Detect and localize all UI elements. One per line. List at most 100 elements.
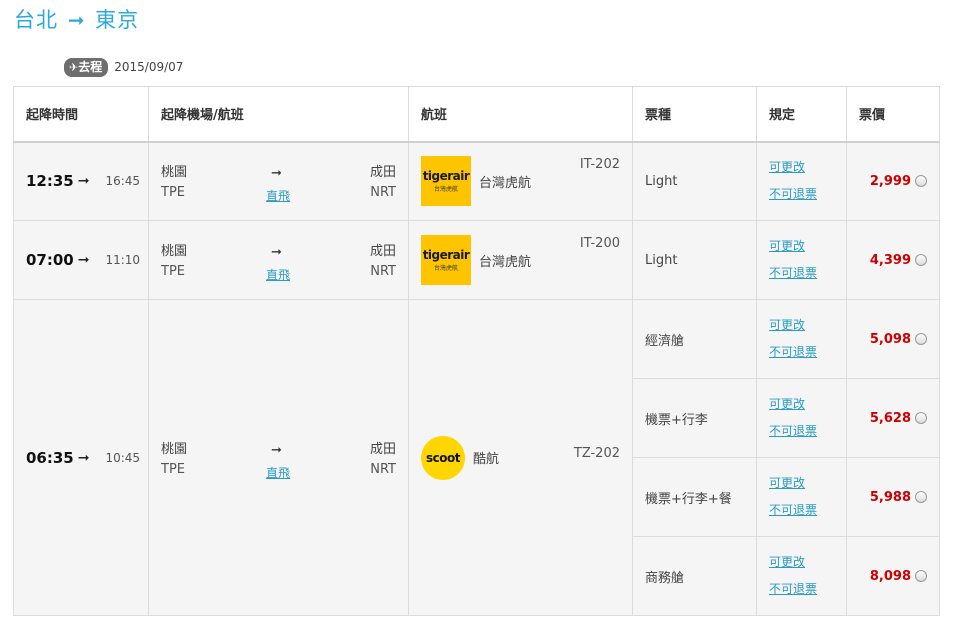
non-refundable-link[interactable]: 不可退票	[769, 339, 846, 366]
non-refundable-link[interactable]: 不可退票	[769, 576, 846, 603]
non-refundable-link[interactable]: 不可退票	[769, 260, 846, 287]
destination-airport-name: 成田	[369, 165, 396, 181]
flight-cell: tigerair 台灣虎航 台灣虎航 IT-202	[408, 141, 633, 221]
destination-airport-code: NRT	[370, 461, 396, 477]
price-cell: 8,098	[846, 536, 940, 616]
fare-price: 2,999	[869, 173, 911, 189]
rule-cell: 可更改 不可退票	[756, 141, 847, 221]
airport-cell: 桃園 TPE ➞ 直飛 成田 NRT	[148, 299, 409, 616]
destination-airport-code: NRT	[370, 264, 396, 279]
arrival-time: 10:45	[105, 450, 141, 465]
select-fare-radio[interactable]	[915, 570, 927, 582]
header-price: 票價	[846, 86, 940, 143]
fare-price: 5,628	[869, 410, 911, 426]
select-fare-radio[interactable]	[915, 254, 927, 266]
header-flight: 航班	[408, 86, 633, 143]
rule-cell: 可更改 不可退票	[756, 378, 847, 458]
origin-airport-name: 桃園	[161, 441, 188, 457]
direct-flight-link[interactable]: 直飛	[266, 266, 290, 283]
leg-bar: ✈去程 2015/09/07	[64, 57, 184, 77]
route-title: 台北 ➞ 東京	[14, 4, 139, 34]
select-fare-radio[interactable]	[915, 333, 927, 345]
header-rule: 規定	[756, 86, 847, 143]
non-refundable-link[interactable]: 不可退票	[769, 181, 846, 208]
arrow-right-icon: ➞	[271, 245, 282, 260]
fare-type: 機票+行李+餐	[632, 457, 757, 537]
arrow-right-icon: ➞	[77, 449, 90, 466]
rule-cell: 可更改 不可退票	[756, 220, 847, 300]
destination-airport-code: NRT	[370, 185, 396, 201]
table-header-row: 起降時間 起降機場/航班 航班 票種 規定 票價	[13, 86, 940, 143]
arrival-time: 11:10	[105, 253, 141, 267]
arrow-right-icon: ➞	[271, 442, 282, 458]
fare-price: 5,098	[869, 331, 911, 347]
changeable-link[interactable]: 可更改	[769, 312, 846, 339]
time-cell: 06:35 ➞ 10:45	[13, 299, 149, 616]
header-fare: 票種	[632, 86, 757, 143]
tigerair-logo: tigerair 台灣虎航	[421, 235, 471, 285]
arrow-right-icon: ➞	[271, 166, 282, 182]
flight-number: TZ-202	[573, 445, 620, 461]
header-airport: 起降機場/航班	[148, 86, 409, 143]
origin-airport-code: TPE	[161, 461, 185, 477]
time-cell: 12:35 ➞ 16:45	[13, 141, 149, 221]
outbound-label: 去程	[78, 59, 103, 74]
select-fare-radio[interactable]	[915, 491, 927, 503]
flight-number: IT-200	[579, 236, 620, 251]
arrow-right-icon: ➞	[77, 252, 90, 268]
plane-icon: ✈	[69, 60, 79, 74]
fare-price: 5,988	[869, 489, 911, 505]
price-cell: 4,399	[846, 220, 940, 300]
airport-cell: 桃園 TPE ➞ 直飛 成田 NRT	[148, 141, 409, 221]
changeable-link[interactable]: 可更改	[769, 154, 846, 181]
fare-type: 經濟艙	[632, 299, 757, 379]
arrow-right-icon: ➞	[77, 173, 90, 190]
select-fare-radio[interactable]	[915, 175, 927, 188]
fare-type: 商務艙	[632, 536, 757, 616]
departure-date: 2015/09/07	[114, 60, 184, 74]
outbound-badge: ✈去程	[64, 57, 109, 77]
route-origin: 台北	[14, 8, 58, 32]
fare-price: 8,098	[869, 568, 911, 584]
departure-time: 12:35	[26, 172, 74, 191]
direct-flight-link[interactable]: 直飛	[266, 464, 290, 481]
header-time: 起降時間	[13, 86, 149, 143]
flight-cell: scoot 酷航 TZ-202	[408, 299, 633, 616]
non-refundable-link[interactable]: 不可退票	[769, 497, 846, 524]
time-cell: 07:00 ➞ 11:10	[13, 220, 149, 300]
departure-time: 07:00	[26, 251, 74, 269]
non-refundable-link[interactable]: 不可退票	[769, 418, 846, 445]
tigerair-logo: tigerair 台灣虎航	[421, 156, 471, 207]
destination-airport-name: 成田	[369, 441, 396, 457]
changeable-link[interactable]: 可更改	[769, 470, 846, 497]
rule-cell: 可更改 不可退票	[756, 299, 847, 379]
changeable-link[interactable]: 可更改	[769, 549, 846, 576]
scoot-logo: scoot	[421, 435, 465, 480]
fare-type: 機票+行李	[632, 378, 757, 458]
table-row: 07:00 ➞ 11:10 桃園 TPE ➞ 直飛 成田 NRT tigerai…	[13, 220, 940, 300]
origin-airport-name: 桃園	[161, 244, 188, 259]
origin-airport-code: TPE	[161, 185, 185, 201]
price-cell: 5,098	[846, 299, 940, 379]
changeable-link[interactable]: 可更改	[769, 391, 846, 418]
table-row: 12:35 ➞ 16:45 桃園 TPE ➞ 直飛 成田 NRT tigerai…	[13, 141, 940, 221]
flight-results-table: 起降時間 起降機場/航班 航班 票種 規定 票價 12:35 ➞ 16:45 桃…	[13, 86, 940, 616]
departure-time: 06:35	[26, 448, 74, 467]
flight-cell: tigerair 台灣虎航 台灣虎航 IT-200	[408, 220, 633, 300]
arrival-time: 16:45	[105, 174, 141, 189]
direct-flight-link[interactable]: 直飛	[266, 187, 290, 204]
origin-airport-name: 桃園	[161, 165, 188, 181]
price-cell: 5,988	[846, 457, 940, 537]
rule-cell: 可更改 不可退票	[756, 536, 847, 616]
airport-cell: 桃園 TPE ➞ 直飛 成田 NRT	[148, 220, 409, 300]
select-fare-radio[interactable]	[915, 412, 927, 424]
route-destination: 東京	[95, 8, 140, 32]
fare-price: 4,399	[869, 252, 911, 268]
changeable-link[interactable]: 可更改	[769, 233, 846, 260]
price-cell: 2,999	[846, 141, 940, 221]
route-arrow-icon: ➞	[67, 8, 86, 32]
rule-cell: 可更改 不可退票	[756, 457, 847, 537]
carrier-name: 台灣虎航	[479, 175, 532, 191]
fare-type: Light	[632, 220, 757, 300]
fare-type: Light	[632, 141, 757, 221]
